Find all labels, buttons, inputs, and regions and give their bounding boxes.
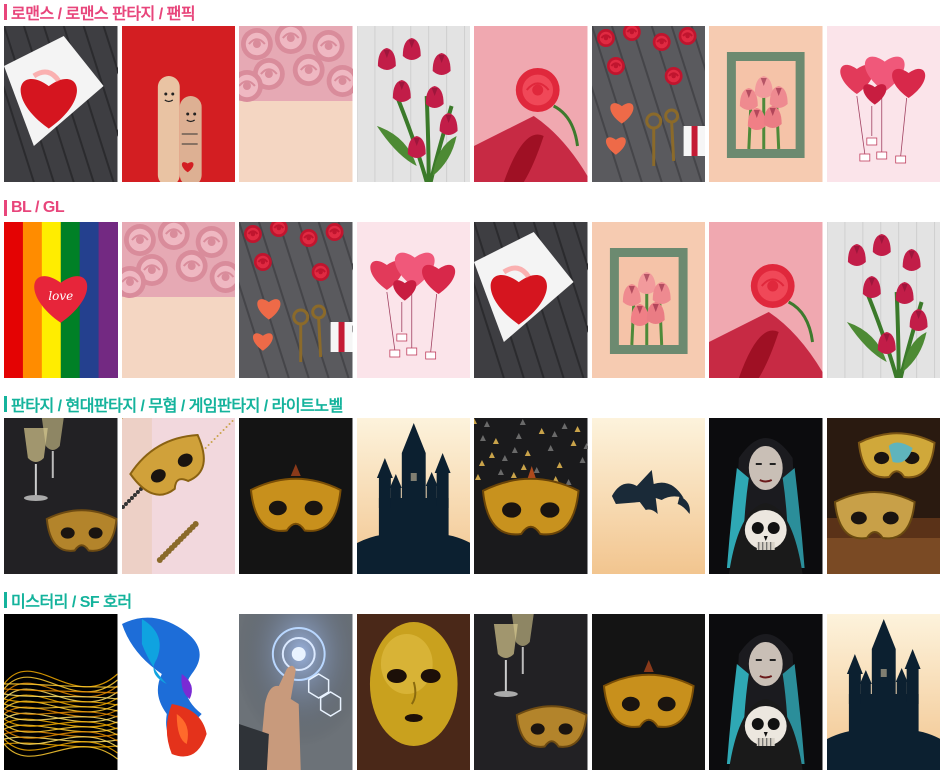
- mask-glitter-image: [121, 418, 235, 574]
- champagne-mask-image: [4, 418, 118, 574]
- roses-keys-image: [591, 26, 705, 182]
- tulip-frame-image: [591, 222, 705, 378]
- cover-thumbnail-rainbow-heart[interactable]: love: [4, 222, 118, 378]
- envelope-heart-image: [4, 26, 118, 182]
- gold-mask-image: [239, 418, 353, 574]
- cover-thumbnail-heart-balloons[interactable]: [826, 26, 940, 182]
- genre-title: 미스터리 / SF 호러: [11, 594, 132, 611]
- cover-thumbnail-tulip-bouquet[interactable]: [826, 222, 940, 378]
- genre-heading: 미스터리 / SF 호러: [4, 590, 132, 611]
- cover-thumbnail-mask-glitter[interactable]: [121, 418, 235, 574]
- envelope-heart-image: [474, 222, 588, 378]
- tulip-bouquet-image: [356, 26, 470, 182]
- castle-silhouette-image: [356, 418, 470, 574]
- cover-thumbnail-rose-ribbon[interactable]: [474, 26, 588, 182]
- rainbow-heart-image: love: [4, 222, 118, 378]
- heart-balloons-image: [356, 222, 470, 378]
- cover-thumbnail-tulip-bouquet[interactable]: [356, 26, 470, 182]
- heart-balloons-image: [826, 26, 940, 182]
- cover-grid: [4, 26, 940, 182]
- cover-thumbnail-champagne-mask[interactable]: [474, 614, 588, 770]
- woman-skull-image: [709, 614, 823, 770]
- tech-hand-image: [239, 614, 353, 770]
- genre-heading: BL / GL: [4, 198, 65, 218]
- cover-thumbnail-pink-roses[interactable]: [121, 222, 235, 378]
- ink-smoke-image: [121, 614, 235, 770]
- cover-thumbnail-castle-silhouette[interactable]: [356, 418, 470, 574]
- cover-thumbnail-gold-mask-confetti[interactable]: [474, 418, 588, 574]
- gold-mask-image: [591, 614, 705, 770]
- cover-thumbnail-gold-face-mask[interactable]: [356, 614, 470, 770]
- cover-grid: [4, 614, 940, 770]
- cover-thumbnail-gold-mask[interactable]: [239, 418, 353, 574]
- genre-title: 로맨스 / 로맨스 판타지 / 팬픽: [11, 6, 196, 23]
- cover-thumbnail-golden-lines[interactable]: [4, 614, 118, 770]
- cover-grid: [4, 418, 940, 574]
- cover-thumbnail-tulip-frame[interactable]: [709, 26, 823, 182]
- pink-roses-image: [239, 26, 353, 182]
- pink-roses-image: [121, 222, 235, 378]
- dragon-silhouette-image: [591, 418, 705, 574]
- genre-title: BL / GL: [11, 199, 65, 216]
- heading-accent-bar: [4, 4, 7, 20]
- cover-thumbnail-woman-skull[interactable]: [709, 418, 823, 574]
- cover-thumbnail-heart-balloons[interactable]: [356, 222, 470, 378]
- cover-thumbnail-ink-smoke[interactable]: [121, 614, 235, 770]
- cover-thumbnail-envelope-heart[interactable]: [474, 222, 588, 378]
- love-text: love: [48, 289, 73, 303]
- cover-thumbnail-pink-roses[interactable]: [239, 26, 353, 182]
- cover-thumbnail-dragon-silhouette[interactable]: [591, 418, 705, 574]
- roses-keys-image: [239, 222, 353, 378]
- golden-lines-image: [4, 614, 118, 770]
- rose-ribbon-image: [474, 26, 588, 182]
- gold-mask-confetti-image: [474, 418, 588, 574]
- castle-silhouette-image: [826, 614, 940, 770]
- cover-thumbnail-envelope-heart[interactable]: [4, 26, 118, 182]
- genre-heading: 로맨스 / 로맨스 판타지 / 팬픽: [4, 2, 196, 23]
- cover-thumbnail-finger-couple[interactable]: [121, 26, 235, 182]
- cover-thumbnail-rose-ribbon[interactable]: [709, 222, 823, 378]
- genre-title: 판타지 / 현대판타지 / 무협 / 게임판타지 / 라이트노벨: [11, 398, 343, 415]
- cover-thumbnail-roses-keys[interactable]: [239, 222, 353, 378]
- heading-accent-bar: [4, 592, 7, 608]
- heading-accent-bar: [4, 200, 7, 216]
- masks-books-image: [826, 418, 940, 574]
- woman-skull-image: [709, 418, 823, 574]
- finger-couple-image: [121, 26, 235, 182]
- tulip-bouquet-image: [826, 222, 940, 378]
- cover-thumbnail-champagne-mask[interactable]: [4, 418, 118, 574]
- cover-thumbnail-tech-hand[interactable]: [239, 614, 353, 770]
- cover-thumbnail-tulip-frame[interactable]: [591, 222, 705, 378]
- cover-thumbnail-roses-keys[interactable]: [591, 26, 705, 182]
- genre-heading: 판타지 / 현대판타지 / 무협 / 게임판타지 / 라이트노벨: [4, 394, 343, 415]
- gold-face-mask-image: [356, 614, 470, 770]
- cover-thumbnail-masks-books[interactable]: [826, 418, 940, 574]
- cover-grid: love: [4, 222, 940, 378]
- champagne-mask-image: [474, 614, 588, 770]
- tulip-frame-image: [709, 26, 823, 182]
- cover-thumbnail-castle-silhouette[interactable]: [826, 614, 940, 770]
- cover-thumbnail-gold-mask[interactable]: [591, 614, 705, 770]
- rose-ribbon-image: [709, 222, 823, 378]
- cover-thumbnail-woman-skull[interactable]: [709, 614, 823, 770]
- heading-accent-bar: [4, 396, 7, 412]
